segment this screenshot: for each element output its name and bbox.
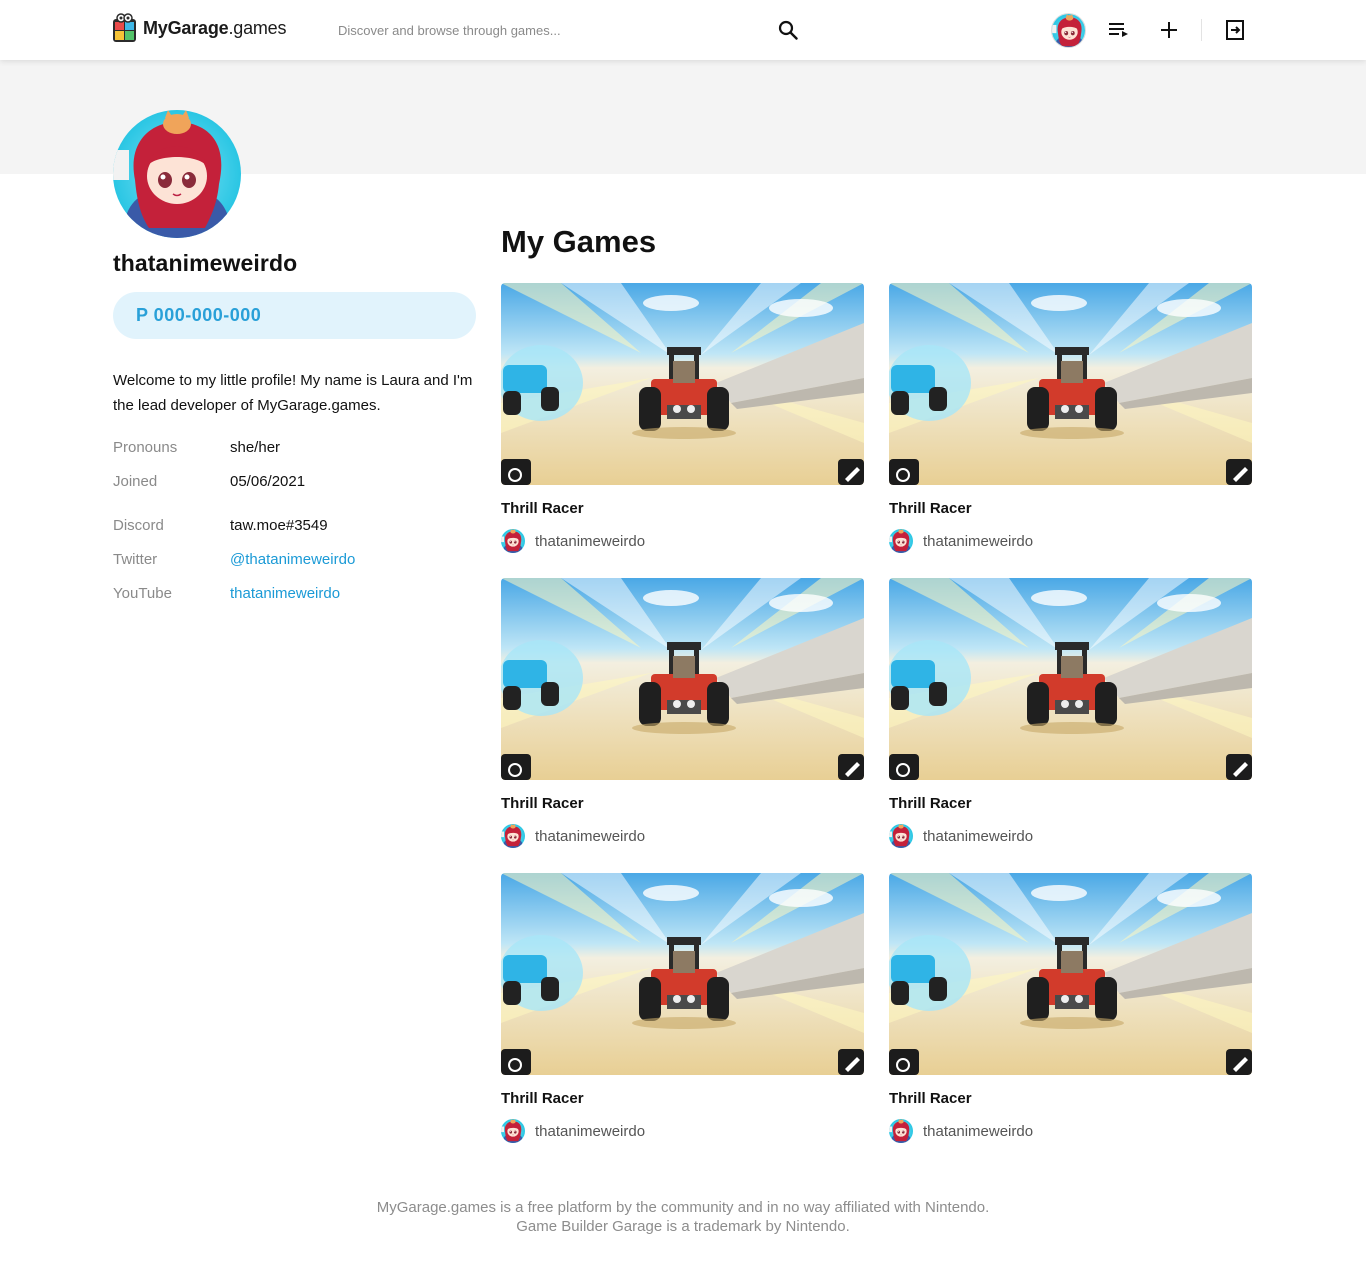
search-input[interactable]	[322, 12, 808, 48]
author-avatar	[889, 529, 913, 553]
game-author[interactable]: thatanimeweirdo	[501, 823, 645, 849]
author-name: thatanimeweirdo	[923, 532, 1034, 550]
game-author[interactable]: thatanimeweirdo	[889, 1118, 1033, 1144]
section-title: My Games	[501, 224, 657, 259]
game-thumbnail[interactable]	[501, 873, 864, 1075]
creator-code-badge[interactable]: P 000-000-000	[113, 292, 476, 339]
game-thumbnail[interactable]	[889, 578, 1252, 780]
game-author[interactable]: thatanimeweirdo	[501, 528, 645, 554]
twitter-link[interactable]: @thatanimeweirdo	[230, 551, 355, 568]
youtube-link[interactable]: thatanimeweirdo	[230, 585, 340, 602]
game-thumbnail[interactable]	[889, 283, 1252, 485]
plus-icon[interactable]	[1157, 18, 1181, 42]
info-label-youtube: YouTube	[113, 585, 172, 602]
game-author[interactable]: thatanimeweirdo	[889, 823, 1033, 849]
game-author[interactable]: thatanimeweirdo	[889, 528, 1033, 554]
game-card: Thrill Racer thatanimeweirdo	[889, 873, 1252, 1143]
game-title[interactable]: Thrill Racer	[889, 1090, 972, 1107]
game-card: Thrill Racer thatanimeweirdo	[501, 873, 864, 1143]
author-name: thatanimeweirdo	[923, 1122, 1034, 1140]
author-avatar	[501, 824, 525, 848]
search-icon[interactable]	[778, 20, 798, 40]
profile-avatar	[113, 110, 241, 238]
game-card: Thrill Racer thatanimeweirdo	[501, 283, 864, 553]
author-name: thatanimeweirdo	[535, 532, 646, 550]
game-title[interactable]: Thrill Racer	[501, 1090, 584, 1107]
profile-username: thatanimeweirdo	[113, 250, 298, 276]
logo-text: MyGarage.games	[143, 17, 287, 38]
game-card: Thrill Racer thatanimeweirdo	[501, 578, 864, 848]
author-name: thatanimeweirdo	[923, 827, 1034, 845]
site-logo[interactable]: MyGarage.games	[112, 12, 286, 44]
game-title[interactable]: Thrill Racer	[889, 795, 972, 812]
game-title[interactable]: Thrill Racer	[889, 500, 972, 517]
user-avatar[interactable]	[1051, 13, 1086, 48]
author-avatar	[501, 529, 525, 553]
author-name: thatanimeweirdo	[535, 827, 646, 845]
author-avatar	[889, 1119, 913, 1143]
game-thumbnail[interactable]	[889, 873, 1252, 1075]
profile-bio: Welcome to my little profile! My name is…	[113, 372, 473, 414]
info-label-twitter: Twitter	[113, 551, 158, 568]
game-card: Thrill Racer thatanimeweirdo	[889, 283, 1252, 553]
info-value-joined: 05/06/2021	[230, 473, 306, 490]
creator-code: P 000-000-000	[136, 305, 262, 325]
logo-icon	[112, 13, 137, 43]
game-card: Thrill Racer thatanimeweirdo	[889, 578, 1252, 848]
logout-icon[interactable]	[1223, 18, 1247, 42]
info-value-discord: taw.moe#3549	[230, 517, 328, 534]
footer: MyGarage.games is a free platform by the…	[0, 1198, 1366, 1236]
info-label-discord: Discord	[113, 517, 164, 534]
footer-disclaimer: MyGarage.games is a free platform by the…	[376, 1199, 990, 1216]
search-bar	[322, 12, 808, 48]
game-thumbnail[interactable]	[501, 283, 864, 485]
header-divider	[1201, 19, 1202, 41]
top-navbar: MyGarage.games	[0, 0, 1366, 60]
game-thumbnail[interactable]	[501, 578, 864, 780]
author-avatar	[889, 824, 913, 848]
game-title[interactable]: Thrill Racer	[501, 795, 584, 812]
info-value-pronouns: she/her	[230, 439, 281, 456]
game-title[interactable]: Thrill Racer	[501, 500, 584, 517]
author-name: thatanimeweirdo	[535, 1122, 646, 1140]
game-author[interactable]: thatanimeweirdo	[501, 1118, 645, 1144]
info-label-joined: Joined	[113, 473, 158, 490]
footer-trademark: Game Builder Garage is a trademark by Ni…	[516, 1218, 850, 1235]
author-avatar	[501, 1119, 525, 1143]
info-label-pronouns: Pronouns	[113, 439, 178, 456]
playlist-icon[interactable]	[1107, 18, 1131, 42]
